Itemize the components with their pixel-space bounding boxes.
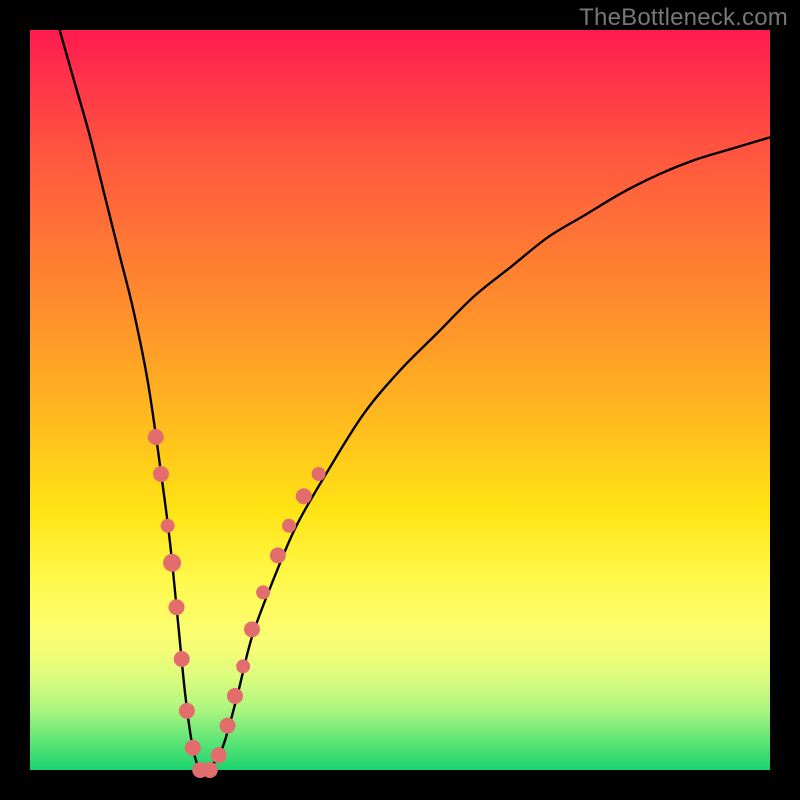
watermark-text: TheBottleneck.com [579, 4, 788, 32]
plot-area [30, 30, 770, 770]
highlight-point [211, 747, 227, 763]
highlight-point [296, 488, 312, 504]
highlight-point [227, 688, 243, 704]
highlight-point [179, 703, 195, 719]
highlight-point [185, 740, 201, 756]
bottleneck-curve [60, 30, 770, 773]
highlight-point [270, 547, 286, 563]
highlight-markers [148, 429, 326, 778]
highlight-point [236, 659, 250, 673]
highlight-point [256, 585, 270, 599]
highlight-point [312, 467, 326, 481]
highlight-point [220, 718, 236, 734]
chart-svg [30, 30, 770, 770]
highlight-point [161, 519, 175, 533]
highlight-point [174, 651, 190, 667]
chart-frame: TheBottleneck.com [0, 0, 800, 800]
highlight-point [244, 621, 260, 637]
highlight-point [202, 762, 218, 778]
highlight-point [163, 554, 181, 572]
highlight-point [153, 466, 169, 482]
highlight-point [169, 599, 185, 615]
highlight-point [282, 519, 296, 533]
highlight-point [148, 429, 164, 445]
